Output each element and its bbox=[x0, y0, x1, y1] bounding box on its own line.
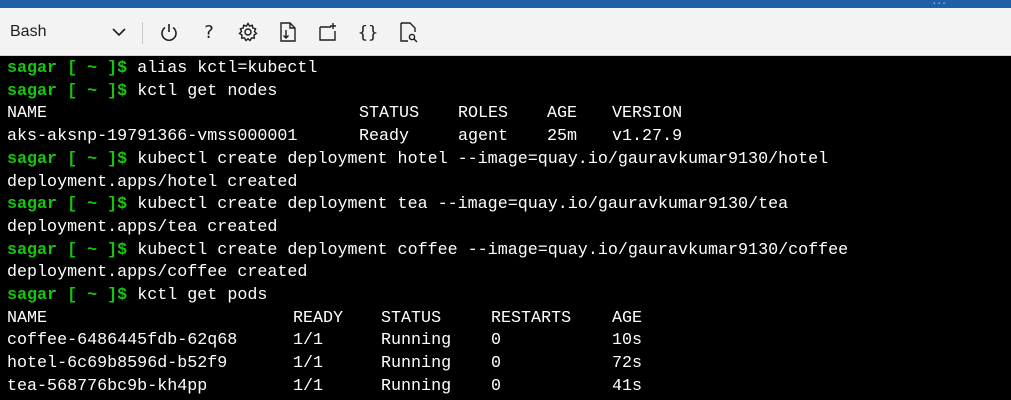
pods-header-age: AGE bbox=[612, 308, 643, 328]
terminal-line: sagar [ ~ ]$ kubectl create deployment c… bbox=[7, 239, 848, 262]
command-text: kctl get pods bbox=[137, 286, 268, 305]
command-text: kubectl create deployment tea --image=qu… bbox=[137, 195, 789, 215]
node-name: aks-aksnp-19791366-vmss000001 bbox=[7, 127, 298, 147]
pod-name: tea-568776bc9b-kh4pp bbox=[7, 376, 208, 396]
terminal-output-line: deployment.apps/coffee created bbox=[7, 263, 308, 283]
shell-prompt: sagar [ ~ ]$ bbox=[7, 286, 128, 305]
terminal-line: sagar [ ~ ]$ kubectl create deployment t… bbox=[7, 193, 788, 216]
new-session-icon[interactable] bbox=[316, 20, 340, 44]
pod-name: coffee-6486445fdb-62q68 bbox=[7, 331, 238, 351]
command-text: kubectl create deployment coffee --image… bbox=[137, 240, 849, 260]
pod-age: 72s bbox=[612, 354, 643, 374]
pod-restarts: 0 bbox=[491, 376, 502, 396]
node-status: Ready bbox=[359, 127, 410, 147]
nodes-header-name: NAME bbox=[7, 104, 48, 124]
pods-table-row: coffee-6486445fdb-62q68 1/1 Running 0 10… bbox=[7, 329, 642, 352]
pods-header-name: NAME bbox=[7, 308, 48, 328]
help-icon[interactable]: ? bbox=[197, 20, 221, 44]
terminal-line: sagar [ ~ ]$ kubectl create deployment h… bbox=[7, 148, 828, 171]
terminal-output-line: deployment.apps/tea created bbox=[7, 217, 278, 237]
nodes-table-row: aks-aksnp-19791366-vmss000001 Ready agen… bbox=[7, 125, 682, 148]
shell-selector-label: Bash bbox=[10, 22, 47, 40]
command-text: kctl get nodes bbox=[137, 81, 278, 101]
pods-table-row: tea-568776bc9b-kh4pp 1/1 Running 0 41s bbox=[7, 375, 642, 398]
pod-restarts: 0 bbox=[491, 331, 502, 351]
pod-status: Running bbox=[381, 376, 452, 396]
pods-header-status: STATUS bbox=[381, 308, 442, 328]
pods-header-ready: READY bbox=[293, 308, 344, 328]
node-roles: agent bbox=[458, 127, 509, 147]
settings-gear-icon[interactable] bbox=[236, 20, 260, 44]
more-dots[interactable]: ... bbox=[933, 0, 947, 7]
shell-prompt: sagar [ ~ ]$ bbox=[7, 240, 128, 260]
web-preview-icon[interactable] bbox=[396, 20, 420, 44]
pod-ready: 1/1 bbox=[293, 376, 324, 396]
editor-braces-icon[interactable]: {} bbox=[356, 20, 380, 44]
pods-table-row: hotel-6c69b8596d-b52f9 1/1 Running 0 72s bbox=[7, 352, 642, 375]
pod-name: hotel-6c69b8596d-b52f9 bbox=[7, 354, 228, 374]
command-text: kubectl create deployment hotel --image=… bbox=[137, 149, 829, 169]
upload-download-files-icon[interactable] bbox=[276, 20, 300, 44]
nodes-header-row: NAME STATUS ROLES AGE VERSION bbox=[7, 102, 682, 125]
cloud-shell-toolbar: Bash ? {} bbox=[0, 8, 1011, 56]
shell-prompt: sagar [ ~ ]$ bbox=[7, 149, 128, 169]
nodes-header-status: STATUS bbox=[359, 104, 420, 124]
pod-ready: 1/1 bbox=[293, 331, 324, 351]
pod-ready: 1/1 bbox=[293, 354, 324, 374]
nodes-header-version: VERSION bbox=[612, 104, 683, 124]
svg-text:?: ? bbox=[204, 22, 214, 43]
nodes-header-age: AGE bbox=[547, 104, 578, 124]
pod-age: 41s bbox=[612, 376, 643, 396]
svg-text:{}: {} bbox=[358, 23, 378, 43]
pod-age: 10s bbox=[612, 331, 643, 351]
pods-header-row: NAME READY STATUS RESTARTS AGE bbox=[7, 307, 642, 330]
node-version: v1.27.9 bbox=[612, 127, 683, 147]
terminal-line: sagar [ ~ ]$ kctl get pods bbox=[7, 284, 267, 307]
pod-restarts: 0 bbox=[491, 354, 502, 374]
power-icon[interactable] bbox=[157, 20, 181, 44]
terminal-output[interactable]: sagar [ ~ ]$ alias kctl=kubectl sagar [ … bbox=[0, 57, 1011, 400]
pod-status: Running bbox=[381, 331, 452, 351]
toolbar-divider bbox=[142, 22, 143, 44]
terminal-line: sagar [ ~ ]$ kctl get nodes bbox=[7, 80, 277, 103]
pod-status: Running bbox=[381, 354, 452, 374]
window-top-strip: ... bbox=[0, 0, 1011, 8]
shell-prompt: sagar [ ~ ]$ bbox=[7, 195, 128, 215]
shell-prompt: sagar [ ~ ]$ bbox=[7, 81, 128, 101]
pods-header-restarts: RESTARTS bbox=[491, 308, 572, 328]
node-age: 25m bbox=[547, 127, 578, 147]
command-text: alias kctl=kubectl bbox=[137, 59, 318, 78]
shell-prompt: sagar [ ~ ]$ bbox=[7, 59, 128, 78]
shell-selector[interactable]: Bash bbox=[0, 8, 140, 55]
terminal-output-line: deployment.apps/hotel created bbox=[7, 172, 298, 192]
terminal-line: sagar [ ~ ]$ alias kctl=kubectl bbox=[7, 57, 317, 80]
chevron-down-icon bbox=[112, 28, 126, 37]
nodes-header-roles: ROLES bbox=[458, 104, 509, 124]
